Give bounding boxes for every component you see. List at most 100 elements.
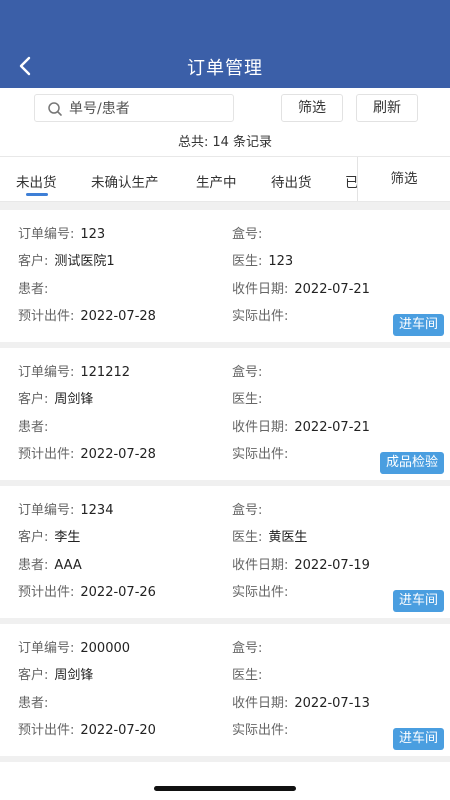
patient-label: 患者: bbox=[18, 420, 49, 435]
box-no-row: 盒号: bbox=[232, 637, 268, 656]
planned-ship-row: 预计出件: 2022-07-26 bbox=[18, 581, 156, 600]
doctor-row: 医生: 123 bbox=[232, 250, 293, 269]
record-count-suffix: 条记录 bbox=[232, 135, 272, 150]
order-no-value: 121212 bbox=[80, 365, 131, 380]
doctor-label: 医生: bbox=[232, 530, 263, 545]
order-no-value: 200000 bbox=[80, 641, 131, 656]
app-header: 订单管理 bbox=[0, 0, 450, 88]
order-no-value: 1234 bbox=[80, 503, 114, 518]
box-no-label: 盒号: bbox=[232, 365, 263, 380]
receive-date-value: 2022-07-21 bbox=[294, 282, 370, 297]
status-tabs: 未出货 未确认生产 生产中 待出货 已 筛选 bbox=[0, 156, 450, 202]
status-badge[interactable]: 成品检验 bbox=[379, 452, 444, 474]
doctor-row: 医生: 黄医生 bbox=[232, 526, 307, 545]
planned-ship-value: 2022-07-20 bbox=[80, 723, 156, 738]
receive-date-value: 2022-07-21 bbox=[294, 420, 370, 435]
customer-label: 客户: bbox=[18, 668, 49, 683]
search-input[interactable] bbox=[69, 98, 229, 120]
search-icon bbox=[47, 101, 63, 117]
order-no-row: 订单编号: 123 bbox=[18, 223, 105, 242]
planned-ship-value: 2022-07-28 bbox=[80, 447, 156, 462]
actual-ship-row: 实际出件: bbox=[232, 719, 294, 738]
tab-awaiting-shipment[interactable]: 待出货 bbox=[271, 171, 312, 191]
active-tab-indicator bbox=[26, 193, 48, 196]
search-field[interactable] bbox=[34, 94, 234, 122]
planned-ship-label: 预计出件: bbox=[18, 447, 75, 462]
order-no-label: 订单编号: bbox=[18, 503, 75, 518]
tab-in-production[interactable]: 生产中 bbox=[196, 171, 237, 191]
doctor-row: 医生: bbox=[232, 664, 268, 683]
actual-ship-row: 实际出件: bbox=[232, 305, 294, 324]
planned-ship-value: 2022-07-26 bbox=[80, 585, 156, 600]
refresh-button[interactable]: 刷新 bbox=[356, 94, 418, 122]
filter-button[interactable]: 筛选 bbox=[281, 94, 343, 122]
order-no-value: 123 bbox=[80, 227, 106, 242]
patient-row: 患者: bbox=[18, 692, 54, 711]
doctor-value: 黄医生 bbox=[268, 530, 308, 545]
box-no-label: 盒号: bbox=[232, 641, 263, 656]
customer-label: 客户: bbox=[18, 392, 49, 407]
status-badge[interactable]: 进车间 bbox=[392, 590, 444, 612]
actual-ship-label: 实际出件: bbox=[232, 447, 289, 462]
record-count-prefix: 总共: bbox=[178, 135, 209, 150]
actual-ship-label: 实际出件: bbox=[232, 723, 289, 738]
doctor-row: 医生: bbox=[232, 388, 268, 407]
order-no-label: 订单编号: bbox=[18, 227, 75, 242]
receive-date-label: 收件日期: bbox=[232, 696, 289, 711]
patient-row: 患者: bbox=[18, 416, 54, 435]
patient-label: 患者: bbox=[18, 558, 49, 573]
box-no-row: 盒号: bbox=[232, 361, 268, 380]
box-no-row: 盒号: bbox=[232, 223, 268, 242]
patient-row: 患者: bbox=[18, 278, 54, 297]
customer-value: 周剑锋 bbox=[54, 668, 94, 683]
customer-value: 周剑锋 bbox=[54, 392, 94, 407]
order-no-row: 订单编号: 121212 bbox=[18, 361, 130, 380]
customer-row: 客户: 测试医院1 bbox=[18, 250, 115, 269]
page-title: 订单管理 bbox=[187, 58, 263, 79]
planned-ship-label: 预计出件: bbox=[18, 309, 75, 324]
actual-ship-label: 实际出件: bbox=[232, 309, 289, 324]
order-card[interactable]: 订单编号: 200000 盒号: 客户: 周剑锋 医生: 患者: 收件日期: 2022… bbox=[0, 624, 450, 756]
planned-ship-row: 预计出件: 2022-07-28 bbox=[18, 443, 156, 462]
patient-row: 患者: AAA bbox=[18, 554, 82, 573]
receive-date-row: 收件日期: 2022-07-19 bbox=[232, 554, 370, 573]
receive-date-value: 2022-07-13 bbox=[294, 696, 370, 711]
receive-date-value: 2022-07-19 bbox=[294, 558, 370, 573]
status-badge[interactable]: 进车间 bbox=[392, 728, 444, 750]
status-badge[interactable]: 进车间 bbox=[392, 314, 444, 336]
record-count-value: 14 bbox=[212, 135, 229, 150]
order-card[interactable]: 订单编号: 1234 盒号: 客户: 李生 医生: 黄医生 患者: AAA 收件日期: 2… bbox=[0, 486, 450, 618]
customer-label: 客户: bbox=[18, 254, 49, 269]
order-list: 订单编号: 123 盒号: 客户: 测试医院1 医生: 123 患者: 收件日期: 20… bbox=[0, 202, 450, 762]
planned-ship-row: 预计出件: 2022-07-28 bbox=[18, 305, 156, 324]
order-no-label: 订单编号: bbox=[18, 641, 75, 656]
home-indicator[interactable] bbox=[154, 786, 296, 791]
receive-date-row: 收件日期: 2022-07-21 bbox=[232, 278, 370, 297]
doctor-label: 医生: bbox=[232, 392, 263, 407]
order-card[interactable]: 订单编号: 121212 盒号: 客户: 周剑锋 医生: 患者: 收件日期: 2022… bbox=[0, 348, 450, 480]
doctor-value: 123 bbox=[268, 254, 294, 269]
box-no-label: 盒号: bbox=[232, 503, 263, 518]
tab-filter-button[interactable]: 筛选 bbox=[357, 157, 450, 201]
receive-date-label: 收件日期: bbox=[232, 282, 289, 297]
receive-date-row: 收件日期: 2022-07-21 bbox=[232, 416, 370, 435]
box-no-row: 盒号: bbox=[232, 499, 268, 518]
actual-ship-label: 实际出件: bbox=[232, 585, 289, 600]
planned-ship-row: 预计出件: 2022-07-20 bbox=[18, 719, 156, 738]
customer-value: 测试医院1 bbox=[54, 254, 115, 269]
planned-ship-label: 预计出件: bbox=[18, 723, 75, 738]
planned-ship-value: 2022-07-28 bbox=[80, 309, 156, 324]
order-no-label: 订单编号: bbox=[18, 365, 75, 380]
receive-date-label: 收件日期: bbox=[232, 420, 289, 435]
patient-value: AAA bbox=[54, 558, 82, 573]
order-no-row: 订单编号: 1234 bbox=[18, 499, 113, 518]
order-card[interactable]: 订单编号: 123 盒号: 客户: 测试医院1 医生: 123 患者: 收件日期: 20… bbox=[0, 210, 450, 342]
actual-ship-row: 实际出件: bbox=[232, 581, 294, 600]
doctor-label: 医生: bbox=[232, 668, 263, 683]
tab-unshipped[interactable]: 未出货 bbox=[16, 171, 57, 191]
box-no-label: 盒号: bbox=[232, 227, 263, 242]
customer-row: 客户: 周剑锋 bbox=[18, 388, 93, 407]
tab-unconfirmed-production[interactable]: 未确认生产 bbox=[91, 171, 159, 191]
patient-label: 患者: bbox=[18, 282, 49, 297]
receive-date-row: 收件日期: 2022-07-13 bbox=[232, 692, 370, 711]
